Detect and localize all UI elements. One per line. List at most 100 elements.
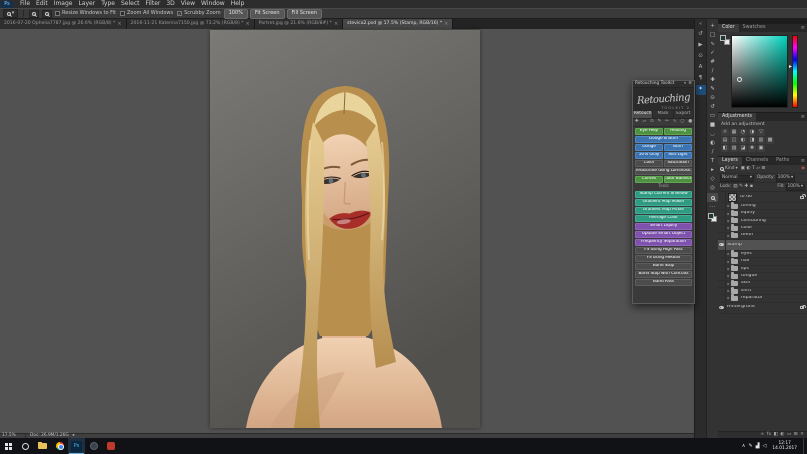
menu-item-type[interactable]: Type <box>98 1 118 7</box>
visibility-toggle[interactable] <box>718 192 726 202</box>
visibility-toggle[interactable] <box>718 210 726 216</box>
toolkit-button-stamp-current-below[interactable]: Stamp Current & Below <box>635 191 692 198</box>
path-selection-tool[interactable]: ▸ <box>707 166 718 175</box>
layer-mask-icon[interactable]: ◧ <box>774 433 778 438</box>
lock-transparency-icon[interactable]: ▨ <box>733 185 737 190</box>
gradient-tool[interactable]: ■ <box>707 121 718 130</box>
marquee-tool[interactable]: □ <box>707 31 718 40</box>
toolkit-button-smart-liquify[interactable]: Smart Liquify <box>635 223 692 230</box>
toolkit-tab-export[interactable]: Export <box>674 111 694 118</box>
selective-color-icon[interactable]: ✚ <box>748 145 756 152</box>
layers-tab-paths[interactable]: Paths <box>772 157 793 165</box>
toolkit-button-gradient-map-maker[interactable]: Gradient Map Maker <box>635 199 692 206</box>
toolkit-button-eye-help[interactable]: Eye Help <box>635 128 663 135</box>
mixer-brush-tool-icon[interactable]: ✏ <box>665 120 669 125</box>
zoom-in-button[interactable] <box>29 10 39 18</box>
quick-selection-tool[interactable]: ✓ <box>707 49 718 58</box>
shape-tool[interactable]: ◇ <box>707 175 718 184</box>
toolkit-button-color[interactable]: Color <box>635 160 663 167</box>
filter-toggle[interactable]: ◉ <box>801 167 805 171</box>
menu-item-layer[interactable]: Layer <box>75 1 98 7</box>
zoom-tool-preset[interactable]: ▾ <box>3 9 18 18</box>
layer-group-icon[interactable]: ▭ <box>787 433 791 438</box>
tray-network-icon[interactable]: ▟ <box>756 444 760 449</box>
toolkit-button-average-color[interactable]: Average Color <box>635 215 692 222</box>
filter-type-layers-icon[interactable]: T <box>752 167 755 172</box>
curves-icon[interactable]: ◔ <box>739 129 747 136</box>
toolkit-tab-mask[interactable]: Mask <box>653 111 673 118</box>
filter-adjustment-layers-icon[interactable]: ◐ <box>746 167 750 172</box>
visibility-toggle[interactable] <box>718 281 726 287</box>
fill-select[interactable]: 100% ▾ <box>786 184 805 191</box>
panel-color-swatches[interactable] <box>720 35 730 45</box>
chrome-button[interactable] <box>51 438 68 454</box>
adjustment-layer-icon[interactable]: ◐ <box>780 433 784 438</box>
toolkit-button-band-stop-with-contrast[interactable]: Band Stop with Contrast <box>635 271 692 278</box>
panel-menu-icon[interactable]: ≡ <box>688 82 692 86</box>
blend-mode-select[interactable]: Normal ▾ <box>720 175 754 182</box>
document-tab[interactable]: Portret.jpg @ 21.6% (RGB/8#) *× <box>255 19 343 29</box>
toolkit-button-color-balance[interactable]: Color Balance <box>664 176 692 183</box>
hue-saturation-icon[interactable]: ▤ <box>721 137 729 144</box>
posterize-icon[interactable]: ▨ <box>730 145 738 152</box>
visibility-toggle[interactable] <box>718 203 726 209</box>
vibrance-icon[interactable]: ▽ <box>757 129 765 136</box>
app-button-red[interactable] <box>102 438 119 454</box>
foreground-color-swatch[interactable] <box>708 213 714 219</box>
menu-item-3d[interactable]: 3D <box>163 1 177 7</box>
layer-row-teeth[interactable]: ▸teeth <box>718 233 807 240</box>
tray-volume-icon[interactable]: ◁ <box>763 444 767 449</box>
brush-tool[interactable]: ✎ <box>707 85 718 94</box>
filter-smart-objects-icon[interactable]: ⊞ <box>761 167 765 172</box>
delete-layer-icon[interactable]: ✕ <box>800 433 804 438</box>
checkbox-box[interactable] <box>55 11 60 16</box>
expand-panels-icon[interactable]: « <box>699 22 702 27</box>
filter-pixel-layers-icon[interactable]: ▣ <box>741 167 745 172</box>
visibility-toggle[interactable] <box>718 218 726 224</box>
tray-pen-icon[interactable]: ✎ <box>748 444 752 449</box>
checkbox-scrubby-zoom[interactable]: ✓Scrubby Zoom <box>177 11 220 16</box>
filter-kind-label[interactable]: Kind <box>725 167 734 171</box>
menu-item-edit[interactable]: Edit <box>33 1 51 7</box>
retouching-toolkit-panel-icon[interactable]: ✦ <box>696 85 706 95</box>
history-brush-tool[interactable]: ↺ <box>707 103 718 112</box>
saturation-brightness-field[interactable] <box>731 35 788 108</box>
type-tool[interactable]: T <box>707 157 718 166</box>
toolkit-button-frequency-separation[interactable]: Frequency Separation <box>635 239 692 246</box>
toolkit-tab-retouch[interactable]: Retouch <box>633 111 653 118</box>
dodge-tool[interactable]: ◐ <box>707 139 718 148</box>
visibility-toggle[interactable] <box>718 225 726 231</box>
color-tab-swatches[interactable]: Swatches <box>739 24 770 32</box>
character-panel-icon[interactable]: A <box>696 63 706 73</box>
fill-screen-button[interactable]: Fill Screen <box>287 9 322 19</box>
start-button[interactable] <box>0 438 17 454</box>
taskbar-clock[interactable]: 12:17 14.01.2017 <box>769 441 800 452</box>
visibility-toggle[interactable] <box>718 266 726 272</box>
opacity-select[interactable]: 100% ▾ <box>776 175 795 182</box>
toolkit-button-dodge[interactable]: Dodge <box>635 144 663 151</box>
zoom-out-button[interactable] <box>42 10 52 18</box>
toolkit-button-gradient-map-picker[interactable]: Gradient Map Picker <box>635 207 692 214</box>
cortana-search-button[interactable] <box>17 438 34 454</box>
toolkit-button-healing[interactable]: Healing <box>664 128 692 135</box>
levels-icon[interactable]: ▦ <box>730 129 738 136</box>
tab-close-icon[interactable]: × <box>117 22 121 27</box>
link-layers-icon[interactable]: ∞ <box>760 433 764 438</box>
dodge-tool-icon[interactable]: ○ <box>680 120 684 125</box>
color-picker-cursor[interactable] <box>737 77 742 82</box>
tray-chevron-icon[interactable]: ∧ <box>742 444 746 449</box>
visibility-toggle[interactable] <box>718 295 726 301</box>
hue-slider[interactable] <box>792 35 798 108</box>
toolkit-button-fs-using-median[interactable]: FS using Median <box>635 255 692 262</box>
visibility-toggle[interactable] <box>718 258 726 264</box>
panel-menu-icon[interactable]: ≡ <box>799 113 807 121</box>
visibility-toggle[interactable] <box>718 240 726 250</box>
fit-screen-button[interactable]: Fit Screen <box>250 9 285 19</box>
show-desktop-button[interactable] <box>803 438 806 454</box>
layer-row-hintergrund[interactable]: Hintergrund <box>718 303 807 314</box>
color-swatches[interactable] <box>708 213 717 222</box>
channel-mixer-icon[interactable]: ▥ <box>757 137 765 144</box>
lock-all-icon[interactable]: ▪ <box>750 185 753 190</box>
photoshop-button[interactable]: Ps <box>68 438 85 454</box>
smudge-tool-icon[interactable]: ∿ <box>673 120 677 125</box>
